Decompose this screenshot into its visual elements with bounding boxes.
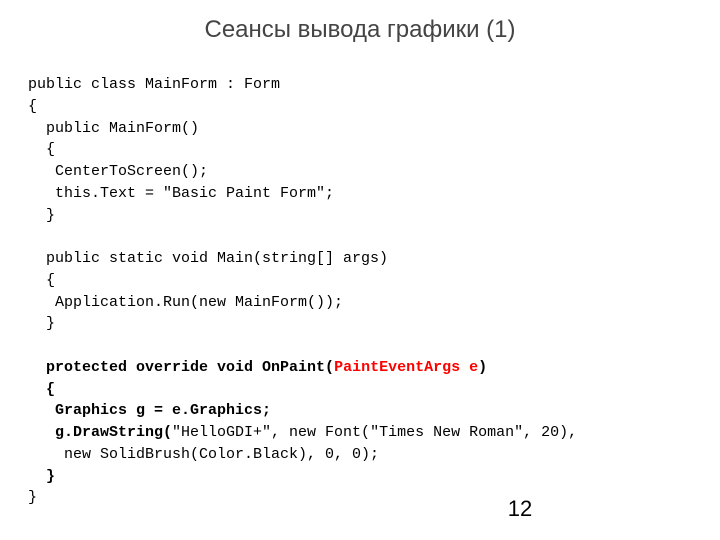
code-line-bold: ) [478,359,487,376]
code-line: "HelloGDI+", new Font("Times New Roman",… [172,424,577,441]
code-line: CenterToScreen(); [28,163,208,180]
code-block: public class MainForm : Form { public Ma… [28,74,692,509]
slide: Сеансы вывода графики (1) public class M… [0,0,720,540]
code-line: this.Text = "Basic Paint Form"; [28,185,334,202]
code-line-bold: Graphics g = e.Graphics; [28,402,271,419]
code-line: } [28,315,55,332]
code-line-bold: protected override void OnPaint( [28,359,334,376]
code-highlight: PaintEventArgs e [334,359,478,376]
code-line: { [28,272,55,289]
code-line: public static void Main(string[] args) [28,250,388,267]
code-line-bold: } [28,468,55,485]
slide-title: Сеансы вывода графики (1) [28,16,692,44]
code-line-bold: { [28,381,55,398]
code-line: public MainForm() [28,120,199,137]
code-line: new SolidBrush(Color.Black), 0, 0); [28,446,379,463]
code-line: Application.Run(new MainForm()); [28,294,343,311]
code-line-bold: g.DrawString( [28,424,172,441]
code-line: { [28,141,55,158]
page-number: 12 [0,496,720,522]
code-line: { [28,98,37,115]
code-line: } [28,207,55,224]
code-line: public class MainForm : Form [28,76,280,93]
